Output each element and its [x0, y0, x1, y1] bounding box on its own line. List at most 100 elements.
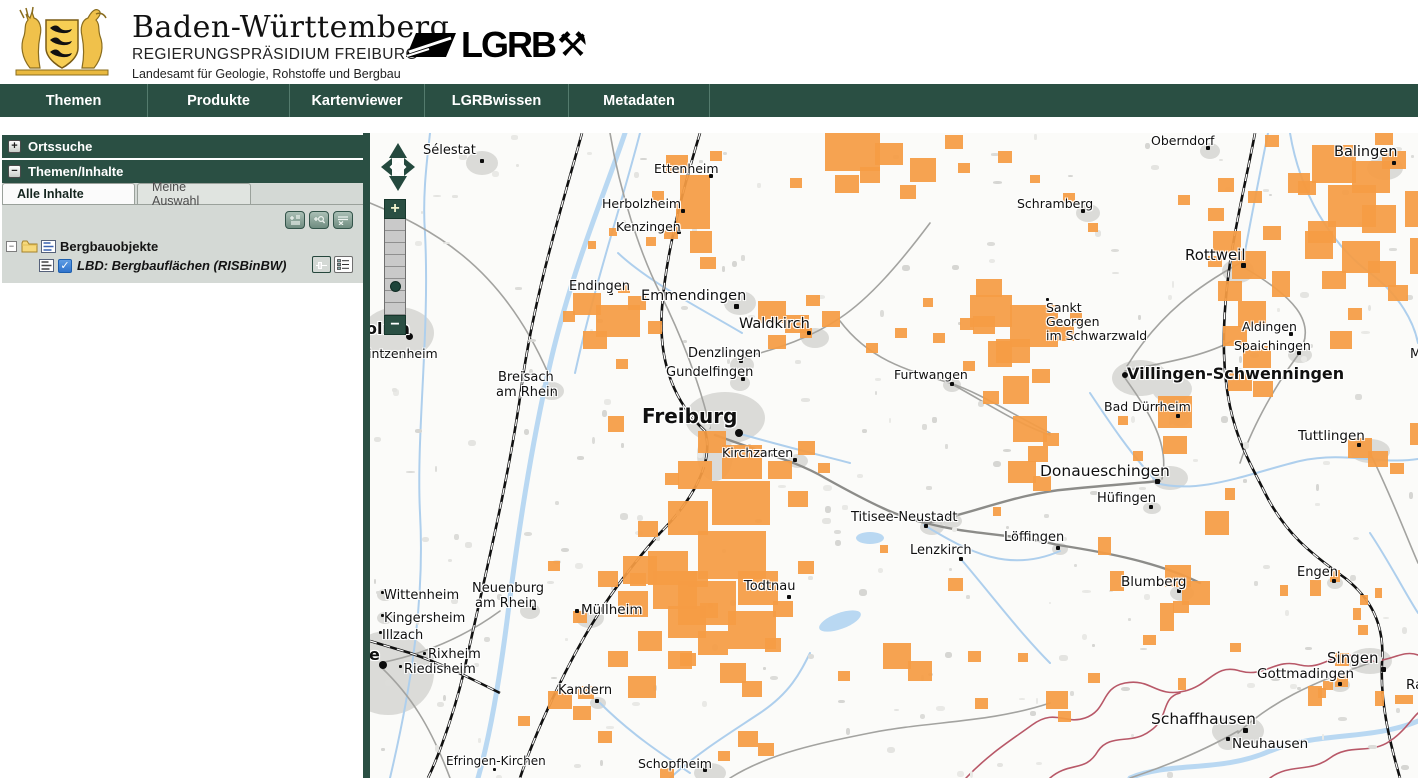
town-label: Balingen: [1334, 144, 1397, 160]
crossed-hammers-icon: ⚒: [557, 28, 587, 62]
town-label: Sélestat: [423, 143, 476, 158]
nav-item-kartenviewer[interactable]: Kartenviewer: [290, 84, 425, 117]
town-label: Georgen: [1046, 314, 1100, 329]
town-label: Kandern: [558, 683, 612, 698]
town-label: Hüfingen: [1097, 491, 1156, 506]
town-label: Ettenheim: [654, 161, 719, 176]
main-nav: Themen Produkte Kartenviewer LGRBwissen …: [0, 84, 1418, 117]
town-label: Neuenburg: [472, 581, 544, 596]
town-label: Todtnau: [744, 579, 795, 594]
tree-toolbar: [2, 205, 363, 235]
town-label: Riedisheim: [404, 662, 476, 677]
town-label: Rottweil: [1185, 246, 1246, 264]
content-tabs: Alle Inhalte Meine Auswahl: [2, 183, 363, 205]
town-label: Neuhausen: [1232, 736, 1308, 752]
town-label: Lenzkirch: [910, 543, 972, 558]
nav-item-metadaten[interactable]: Metadaten: [569, 84, 710, 117]
expand-icon[interactable]: +: [8, 140, 21, 153]
town-label: Freiburg: [642, 404, 737, 428]
site-department: Landesamt für Geologie, Rohstoffe und Be…: [132, 67, 449, 81]
remove-layers-button[interactable]: [333, 211, 353, 229]
town-label: im Schwarzwald: [1046, 328, 1147, 343]
layer-legend-button[interactable]: [334, 256, 353, 273]
town-label: e: [370, 645, 380, 664]
pan-control[interactable]: [378, 142, 418, 192]
collapse-icon[interactable]: −: [8, 165, 21, 178]
folder-icon: [21, 240, 38, 253]
tree-node-bergbauobjekte: − Bergbauobjekte: [6, 237, 359, 256]
remove-layers-icon: [337, 215, 349, 225]
town-label: Denzlingen: [688, 346, 761, 361]
zoom-in-button[interactable]: +: [384, 199, 406, 219]
panel-ortssuche-header[interactable]: + Ortssuche: [2, 135, 363, 158]
town-label: Wittenheim: [384, 588, 459, 603]
town-label: Villingen-Schwenningen: [1127, 364, 1344, 383]
add-search-layer-button[interactable]: [309, 211, 329, 229]
header-spacer: [0, 117, 1418, 133]
nav-item-produkte[interactable]: Produkte: [148, 84, 290, 117]
tab-meine-auswahl[interactable]: Meine Auswahl: [137, 183, 251, 204]
nav-item-lgrbwissen[interactable]: LGRBwissen: [425, 84, 569, 117]
town-label: Singen: [1327, 649, 1378, 667]
town-label: Endingen: [569, 279, 630, 294]
layer-list-icon: [39, 259, 54, 272]
town-label: Aldingen: [1242, 319, 1297, 334]
town-label: Schaffhausen: [1151, 710, 1256, 728]
town-label: Illzach: [382, 628, 423, 643]
town-label: Kenzingen: [616, 219, 681, 234]
town-label: Kirchzarten: [722, 445, 793, 460]
town-label: Spaichingen: [1234, 338, 1311, 353]
town-label: Schopfheim: [638, 756, 712, 771]
town-label: Gundelfingen: [666, 365, 753, 380]
town-label: Schramberg: [1017, 196, 1093, 211]
add-layers-icon: [289, 215, 301, 225]
town-label: Sankt: [1046, 300, 1082, 315]
panel-themen-title: Themen/Inhalte: [28, 164, 123, 179]
page-header: Baden-Württemberg REGIERUNGSPRÄSIDIUM FR…: [0, 0, 1418, 84]
sidebar: + Ortssuche − Themen/Inhalte Alle Inhalt…: [0, 133, 370, 778]
town-label: Furtwangen: [894, 367, 968, 382]
add-search-icon: [313, 215, 325, 225]
add-layers-button[interactable]: [285, 211, 305, 229]
tree-expander-icon[interactable]: −: [6, 241, 17, 252]
nav-item-themen[interactable]: Themen: [0, 84, 148, 117]
layer-transparency-button[interactable]: [312, 256, 331, 273]
tree-leaf-bergbauflaechen: ✓ LBD: Bergbauflächen (RISBinBW): [6, 256, 359, 275]
tab-alle-inhalte[interactable]: Alle Inhalte: [2, 183, 135, 204]
town-label: Efringen-Kirchen: [446, 754, 546, 768]
theme-list-icon: [41, 240, 56, 253]
town-label: Herbolzheim: [602, 196, 681, 211]
town-label: Donaueschingen: [1040, 462, 1170, 480]
lgrb-logo-icon: [405, 28, 457, 62]
legend-list-icon: [337, 259, 350, 270]
lgrb-logo-text: LGRB: [461, 24, 555, 66]
site-subtitle: REGIERUNGSPRÄSIDIUM FREIBURG: [132, 46, 449, 64]
town-label: Tuttlingen: [1298, 428, 1365, 444]
folder-node-label[interactable]: Bergbauobjekte: [60, 239, 158, 254]
town-label: Engen: [1297, 565, 1338, 580]
zoom-track[interactable]: [384, 219, 406, 315]
zoom-out-button[interactable]: −: [384, 315, 406, 335]
town-label: Müllheim: [581, 602, 642, 618]
town-label: Breisach: [498, 370, 554, 385]
town-label: Waldkirch: [739, 316, 810, 332]
baden-wuerttemberg-coat-of-arms: [10, 6, 114, 78]
town-label: Blumberg: [1121, 574, 1186, 590]
town-label: Löffingen: [1004, 530, 1064, 545]
map-viewport[interactable]: Sélestat Ettenheim Herbolzheim Kenzingen End…: [370, 133, 1418, 778]
town-label: intzenheim: [370, 346, 438, 361]
town-label: am Rhein: [496, 385, 558, 400]
layer-node-label[interactable]: LBD: Bergbauflächen (RISBinBW): [77, 258, 286, 273]
town-label: Ra: [1406, 677, 1418, 693]
site-title: Baden-Württemberg: [132, 10, 449, 45]
panel-ortssuche-title: Ortssuche: [28, 139, 92, 154]
town-label: Titisee-Neustadt: [851, 510, 957, 525]
town-label: Oberndorf: [1151, 133, 1214, 148]
town-label: am Rhein: [475, 596, 537, 611]
layer-tree: − Bergbauobjekte ✓ LBD: Bergbauflächen (…: [2, 235, 363, 283]
zoom-handle[interactable]: [390, 281, 401, 292]
town-label: Kingersheim: [384, 611, 465, 626]
layer-checkbox[interactable]: ✓: [58, 259, 72, 273]
town-label: Bad Dürrheim: [1104, 399, 1191, 414]
lgrb-logo: LGRB ⚒: [405, 24, 587, 66]
